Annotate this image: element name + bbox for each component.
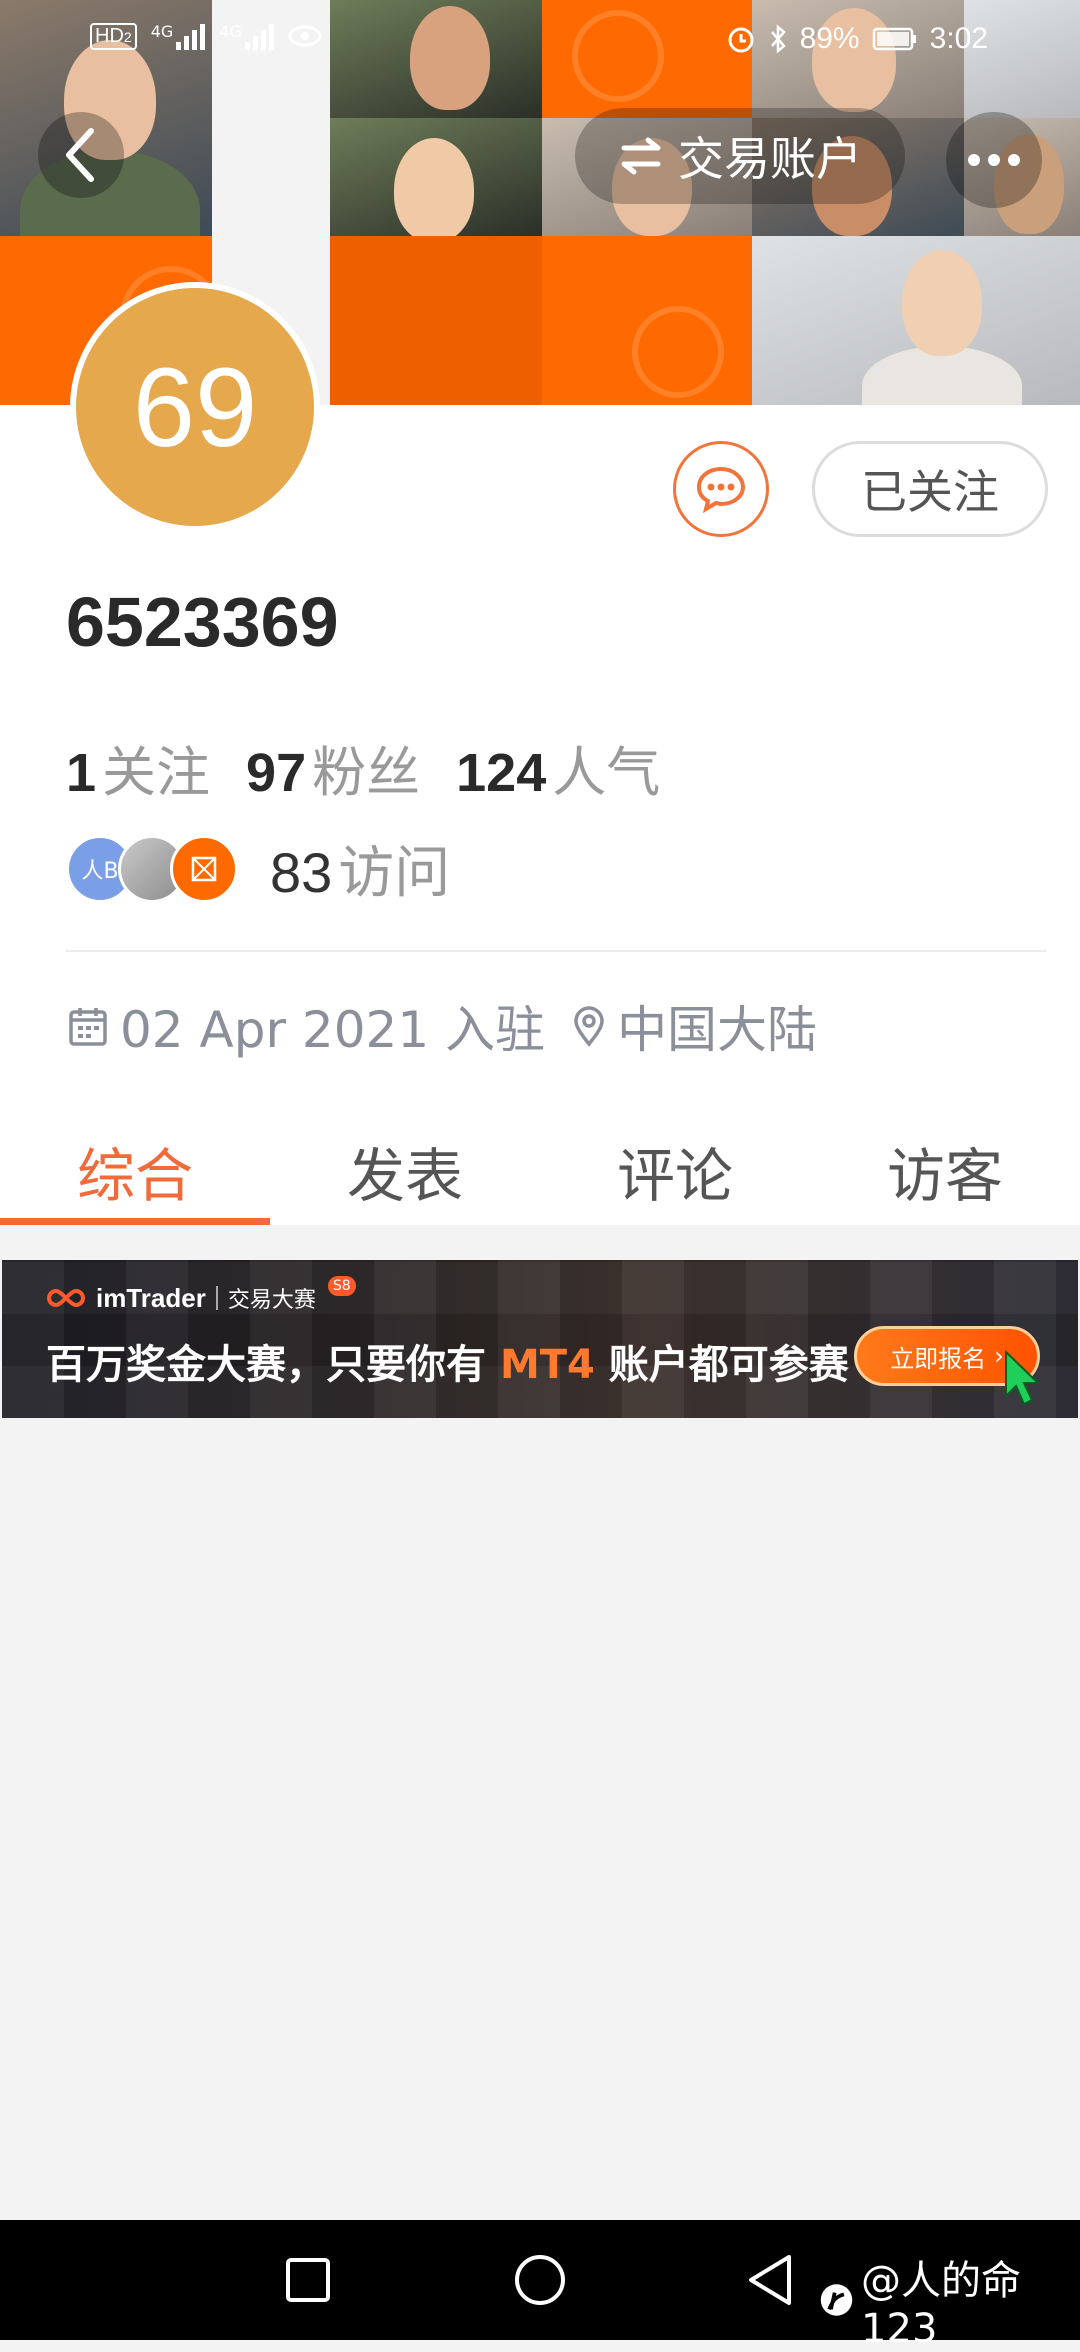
message-button[interactable] bbox=[673, 441, 769, 537]
switch-account-label: 交易账户 bbox=[678, 132, 862, 186]
banner-headline: 百万奖金大赛，只要你有 MT4 账户都可参赛 bbox=[46, 1342, 849, 1388]
profile-meta: 02 Apr 2021 入驻 中国大陆 bbox=[66, 990, 817, 1062]
triangle-back-icon bbox=[749, 2255, 791, 2305]
divider bbox=[66, 950, 1046, 952]
promo-banner[interactable]: imTrader 交易大赛 S8 百万奖金大赛，只要你有 MT4 账户都可参赛 … bbox=[2, 1260, 1078, 1418]
popularity-stat: 124 人气 bbox=[456, 741, 661, 804]
battery-icon bbox=[872, 27, 916, 51]
swap-arrows-icon bbox=[621, 137, 661, 175]
tab-visitors[interactable]: 访客 bbox=[810, 1105, 1080, 1225]
visitors-row[interactable]: 人B 83 访问 bbox=[66, 828, 450, 909]
circle-icon bbox=[515, 2255, 565, 2305]
watermark: @人的命123 bbox=[818, 2248, 1080, 2352]
switch-account-button[interactable]: 交易账户 bbox=[575, 108, 905, 204]
back-nav-button[interactable] bbox=[730, 2220, 810, 2340]
eye-icon bbox=[288, 25, 322, 47]
bluetooth-icon bbox=[770, 24, 786, 54]
more-dot-icon bbox=[988, 154, 1000, 166]
visitor-avatar bbox=[170, 834, 238, 903]
more-options-button[interactable] bbox=[946, 112, 1042, 208]
profile-stats: 1 关注 97 粉丝 124 人气 bbox=[66, 728, 696, 807]
tab-posts[interactable]: 发表 bbox=[270, 1105, 540, 1225]
avatar-text: 69 bbox=[132, 344, 258, 470]
recents-button[interactable] bbox=[268, 2220, 348, 2340]
username: 6523369 bbox=[66, 583, 339, 661]
banner-subtitle: 交易大赛 bbox=[227, 1288, 316, 1313]
image-placeholder-icon bbox=[191, 856, 217, 881]
square-icon bbox=[286, 2258, 330, 2302]
chevron-left-icon bbox=[66, 128, 94, 182]
watermark-logo-icon bbox=[820, 2284, 853, 2316]
signal-icon: 4G bbox=[151, 22, 206, 50]
cover-photo-tile bbox=[330, 118, 542, 236]
location-pin-icon bbox=[574, 1006, 604, 1047]
fans-stat[interactable]: 97 粉丝 bbox=[246, 728, 420, 807]
home-button[interactable] bbox=[500, 2220, 580, 2340]
tab-comments[interactable]: 评论 bbox=[540, 1105, 810, 1225]
following-stat[interactable]: 1 关注 bbox=[66, 728, 210, 807]
infinity-logo-icon bbox=[47, 1288, 85, 1308]
more-dot-icon bbox=[1008, 154, 1020, 166]
visits-count: 83 访问 bbox=[270, 841, 451, 906]
avatar[interactable]: 69 bbox=[70, 282, 320, 532]
tab-overview[interactable]: 综合 bbox=[0, 1105, 270, 1225]
chat-bubble-icon bbox=[696, 466, 746, 513]
more-dot-icon bbox=[968, 154, 980, 166]
clock: 3:02 bbox=[929, 22, 988, 55]
network-badge: HD2 bbox=[90, 22, 137, 50]
alarm-icon bbox=[728, 27, 754, 53]
profile-tabs: 综合 发表 评论 访客 bbox=[0, 1105, 1080, 1225]
battery-percent: 89% bbox=[799, 22, 860, 55]
calendar-icon bbox=[69, 1008, 107, 1046]
banner-logo: imTrader 交易大赛 S8 bbox=[46, 1276, 356, 1314]
status-bar: HD2 4G 4G 89% 3:02 bbox=[0, 0, 1080, 80]
season-badge: S8 bbox=[327, 1276, 356, 1296]
cover-pattern-tile bbox=[542, 236, 754, 405]
location: 中国大陆 bbox=[617, 1001, 818, 1059]
cover-photo-tile bbox=[752, 236, 1080, 405]
following-button[interactable]: 已关注 bbox=[812, 441, 1048, 537]
signal-icon: 4G bbox=[219, 22, 274, 50]
cover-pattern-tile bbox=[330, 236, 542, 405]
back-button[interactable] bbox=[38, 112, 124, 198]
cursor-icon bbox=[1005, 1350, 1041, 1406]
join-date: 02 Apr 2021 入驻 bbox=[120, 1001, 546, 1059]
banner-brand: imTrader bbox=[96, 1282, 206, 1313]
